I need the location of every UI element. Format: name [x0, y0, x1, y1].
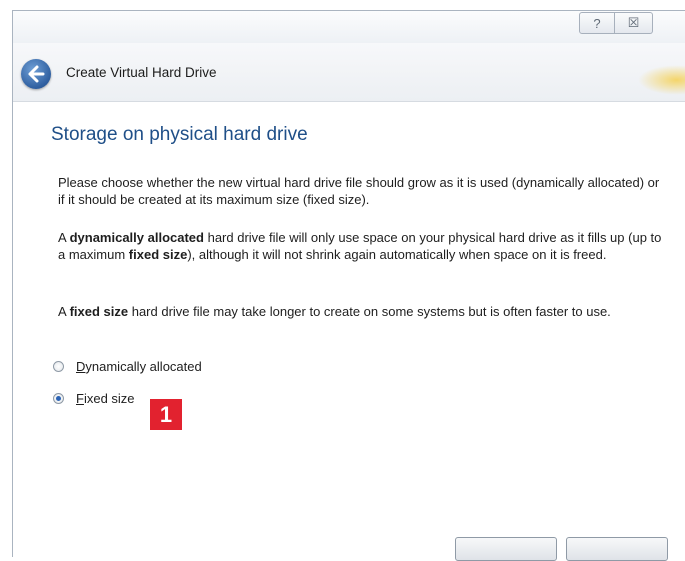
help-icon: ?: [593, 15, 601, 31]
help-button[interactable]: ?: [579, 12, 615, 34]
fixed-size-option[interactable]: Fixed size: [53, 389, 135, 407]
wizard-title: Create Virtual Hard Drive: [66, 65, 217, 80]
back-button[interactable]: [21, 59, 51, 89]
back-arrow-icon: [28, 65, 45, 83]
fixed-description-paragraph: A fixed size hard drive file may take lo…: [58, 304, 611, 319]
dynamically-allocated-label: Dynamically allocated: [76, 358, 202, 374]
intro-paragraph: Please choose whether the new virtual ha…: [58, 175, 660, 207]
header-decoration: [638, 65, 685, 95]
wizard-content: Storage on physical hard drive Please ch…: [13, 102, 685, 557]
page-title: Storage on physical hard drive: [51, 124, 308, 145]
fixed-size-label: Fixed size: [76, 390, 135, 406]
footer-button-partial[interactable]: [455, 537, 557, 561]
close-icon: ☒: [627, 15, 640, 30]
footer-button-partial[interactable]: [566, 537, 668, 561]
fixed-size-radio[interactable]: [53, 392, 64, 404]
dialog-window: ? ☒ Create Virtual Hard Drive Storage on…: [12, 10, 685, 557]
close-button[interactable]: ☒: [615, 12, 653, 34]
dynamic-description-paragraph: A dynamically allocated hard drive file …: [58, 230, 662, 262]
annotation-badge: 1: [150, 399, 182, 430]
wizard-header: Create Virtual Hard Drive: [13, 43, 685, 102]
dynamically-allocated-radio[interactable]: [53, 360, 64, 372]
dynamically-allocated-option[interactable]: Dynamically allocated: [53, 357, 202, 375]
title-bar: ? ☒: [13, 11, 685, 43]
